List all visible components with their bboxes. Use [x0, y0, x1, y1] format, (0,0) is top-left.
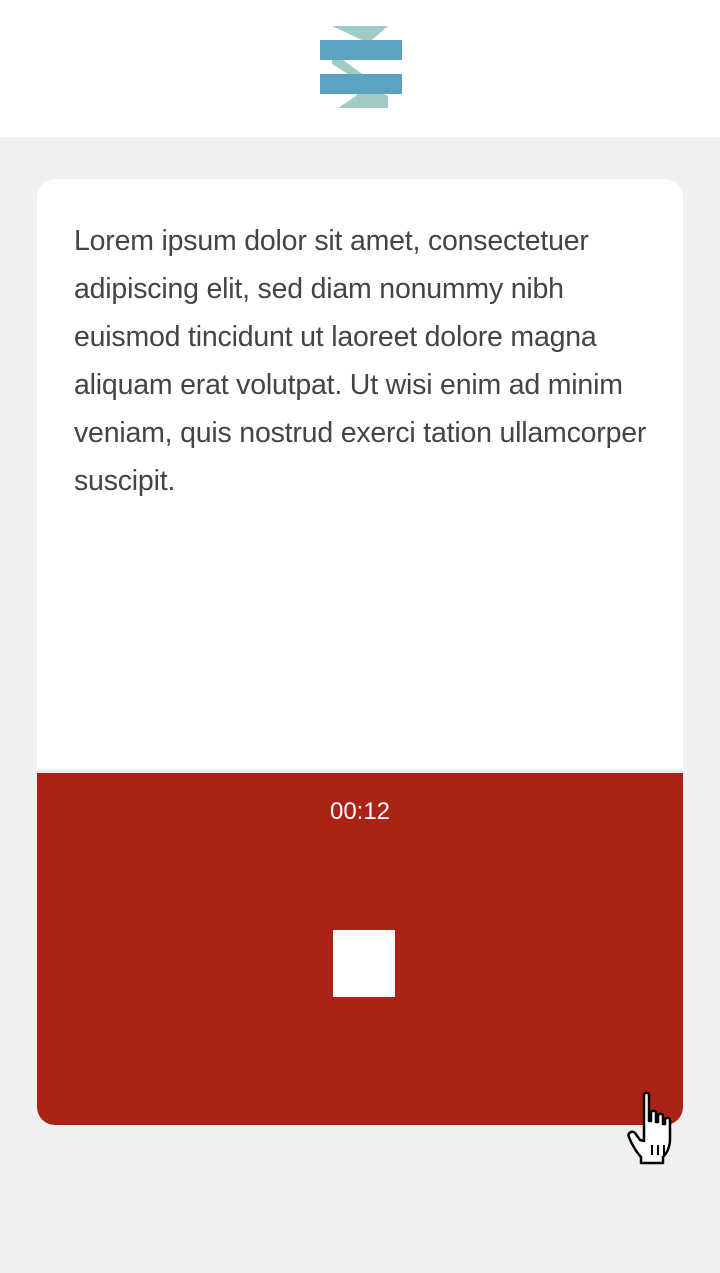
recording-card: Lorem ipsum dolor sit amet, consectetuer… — [37, 179, 683, 1125]
prompt-text: Lorem ipsum dolor sit amet, consectetuer… — [74, 225, 647, 497]
recorder-panel[interactable]: 00:12 — [37, 773, 683, 1125]
recording-timer: 00:12 — [329, 798, 391, 825]
hand-pointer-cursor-icon — [627, 1091, 672, 1165]
stop-recording-button[interactable] — [333, 930, 395, 997]
stacked-bars-logo-icon — [320, 26, 402, 108]
app-header — [0, 0, 720, 137]
